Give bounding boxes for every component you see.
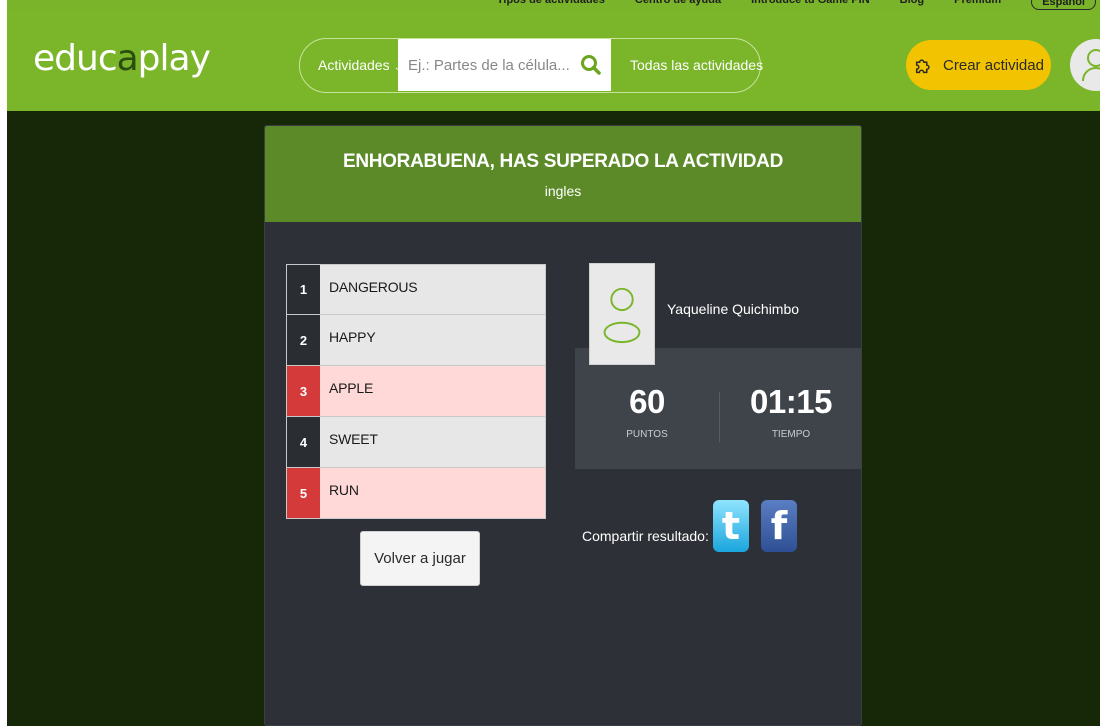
points-label: PUNTOS bbox=[626, 429, 668, 440]
player-name: Yaqueline Quichimbo bbox=[667, 301, 800, 317]
page-frame: Tipos de actividades Centro de ayuda Int… bbox=[0, 0, 1100, 726]
word-row-4: 4 SWEET bbox=[286, 417, 546, 468]
word-number: 3 bbox=[287, 366, 320, 416]
player-avatar bbox=[589, 263, 655, 365]
word-number: 4 bbox=[287, 417, 320, 467]
result-panel: ENHORABUENA, HAS SUPERADO LA ACTIVIDAD i… bbox=[264, 125, 862, 726]
word-row-3: 3 APPLE bbox=[286, 366, 546, 417]
puzzle-icon bbox=[915, 59, 930, 74]
create-activity-label: Crear actividad bbox=[943, 56, 1044, 74]
top-links-bar: Tipos de actividades Centro de ayuda Int… bbox=[7, 0, 1100, 11]
search-input[interactable] bbox=[398, 39, 573, 91]
main-navbar: educaplay Actividades⌄ Todas las activid… bbox=[7, 11, 1100, 111]
result-title: ENHORABUENA, HAS SUPERADO LA ACTIVIDAD bbox=[342, 151, 784, 172]
search-icon[interactable] bbox=[579, 53, 603, 77]
word-text: RUN bbox=[320, 468, 545, 518]
time-value: 01:15 bbox=[750, 383, 832, 420]
user-avatar-icon bbox=[603, 287, 641, 344]
word-number: 1 bbox=[287, 265, 320, 314]
stats-box: 60 PUNTOS 01:15 TIEMPO bbox=[575, 348, 861, 469]
logo-text-rest: play bbox=[137, 38, 211, 79]
user-avatar-icon[interactable] bbox=[1070, 39, 1100, 91]
word-text: SWEET bbox=[320, 417, 545, 467]
word-text: APPLE bbox=[320, 366, 545, 416]
word-row-5: 5 RUN bbox=[286, 468, 546, 519]
word-text: HAPPY bbox=[320, 315, 545, 365]
word-list: 1 DANGEROUS 2 HAPPY 3 APPLE 4 SWEET 5 RU… bbox=[286, 264, 546, 519]
facebook-icon[interactable]: f bbox=[761, 500, 797, 552]
twitter-icon[interactable]: t bbox=[713, 500, 749, 552]
points-value: 60 bbox=[629, 383, 665, 420]
replay-button[interactable]: Volver a jugar bbox=[360, 531, 480, 586]
time-stat: 01:15 TIEMPO bbox=[719, 383, 861, 440]
activity-name: ingles bbox=[544, 183, 582, 199]
search-category-label: Actividades bbox=[318, 57, 390, 73]
educaplay-logo[interactable]: educaplay bbox=[33, 38, 211, 79]
top-link-activity-types[interactable]: Tipos de actividades bbox=[497, 0, 605, 10]
logo-text-accent: a bbox=[116, 38, 139, 79]
result-header: ENHORABUENA, HAS SUPERADO LA ACTIVIDAD i… bbox=[265, 126, 861, 222]
search-bar: Actividades⌄ Todas las actividades bbox=[299, 38, 763, 93]
create-activity-button[interactable]: Crear actividad bbox=[906, 40, 1051, 90]
logo-text-primary: educ bbox=[33, 38, 118, 79]
search-input-wrapper bbox=[398, 39, 611, 91]
share-label: Compartir resultado: bbox=[582, 528, 709, 544]
time-label: TIEMPO bbox=[771, 429, 811, 440]
word-text: DANGEROUS bbox=[320, 265, 545, 314]
word-number: 5 bbox=[287, 468, 320, 518]
top-link-help-center[interactable]: Centro de ayuda bbox=[635, 0, 721, 10]
word-row-1: 1 DANGEROUS bbox=[286, 264, 546, 315]
top-links: Tipos de actividades Centro de ayuda Int… bbox=[497, 0, 1096, 10]
page-body: ENHORABUENA, HAS SUPERADO LA ACTIVIDAD i… bbox=[7, 111, 1100, 726]
language-selector[interactable]: Español bbox=[1031, 0, 1096, 10]
word-number: 2 bbox=[287, 315, 320, 365]
all-activities-link[interactable]: Todas las actividades bbox=[630, 39, 763, 91]
points-stat: 60 PUNTOS bbox=[575, 383, 719, 440]
search-category-dropdown[interactable]: Actividades⌄ bbox=[318, 39, 402, 91]
top-link-premium[interactable]: Premium bbox=[954, 0, 1001, 10]
top-link-game-pin[interactable]: Introduce tu Game PIN bbox=[751, 0, 870, 10]
top-link-blog[interactable]: Blog bbox=[900, 0, 924, 10]
word-row-2: 2 HAPPY bbox=[286, 315, 546, 366]
